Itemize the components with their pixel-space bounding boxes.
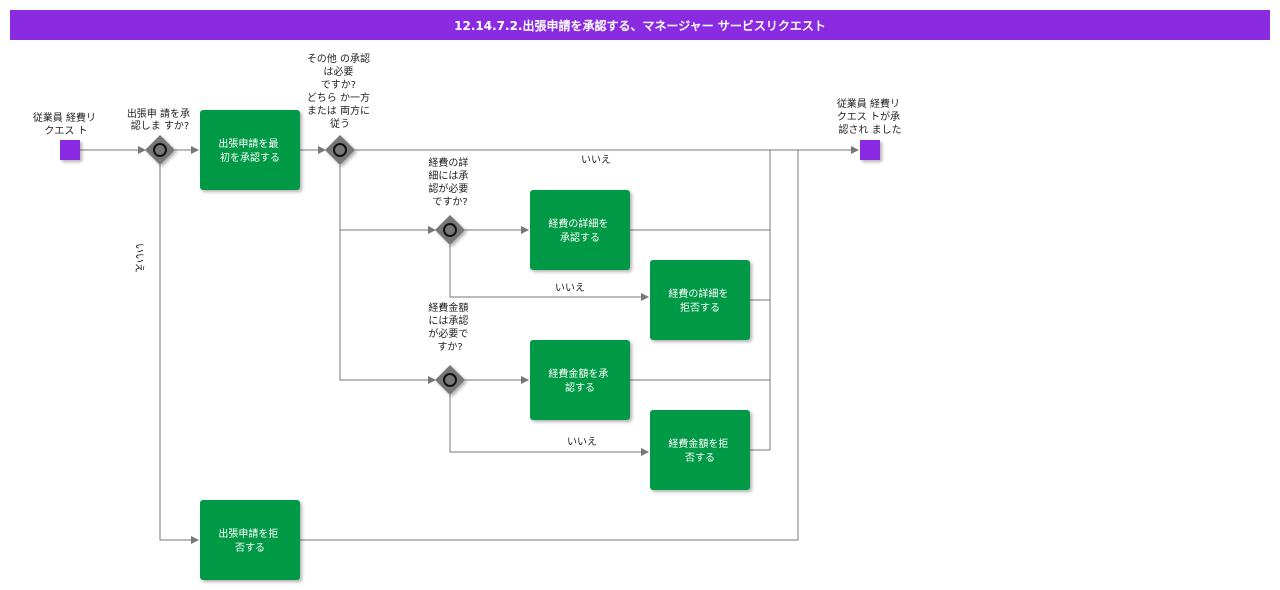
task-reject-amount[interactable]: 経費金額を拒 否する	[650, 410, 750, 490]
end-event-label: 従業員 経費リ クエス トが承 認され ました	[837, 97, 903, 136]
edge-gw1-to-reject-trip	[159, 165, 199, 544]
start-event[interactable]	[60, 140, 80, 160]
process-diagram: いいえ いいえ いいえ いいえ 従業員 経費リ クエス ト 従業員 経費リ クエ…	[33, 52, 903, 580]
task-reject-trip[interactable]: 出張申請を拒 否する	[200, 500, 300, 580]
task-first-approve[interactable]: 出張申請を最 初を承認する	[200, 110, 300, 190]
task-reject-detail[interactable]: 経費の詳細を 拒否する	[650, 260, 750, 340]
gateway-expense-detail-label: 経費の詳 細には承 認が必要 ですか?	[428, 156, 471, 208]
end-event[interactable]	[860, 140, 880, 160]
edge-gw2-to-gw-detail	[339, 165, 436, 234]
gateway-expense-amount[interactable]	[435, 365, 465, 395]
task-approve-amount[interactable]: 経費金額を承 認する	[530, 340, 630, 420]
edge-label-no-detail: いいえ	[555, 282, 585, 294]
edge-label-no-amount: いいえ	[567, 436, 597, 448]
edge-label-no-top: いいえ	[581, 154, 611, 166]
task-approve-detail[interactable]: 経費の詳細を 承認する	[530, 190, 630, 270]
edge-gw2-to-gw-amount	[339, 230, 436, 384]
gateway-approve-trip[interactable]	[145, 135, 175, 165]
gateway-other-approval-label: その他 の承認 は必要 ですか? どちら か一方 または 両方に 従う	[307, 52, 373, 130]
gateway-approve-trip-label: 出張申 請を承 認しま すか?	[127, 107, 193, 132]
start-event-label: 従業員 経費リ クエス ト	[33, 111, 99, 137]
edge-label-no-reject-trip: いいえ	[133, 243, 145, 273]
gateway-expense-amount-label: 経費金額 には承認 が必要で すか?	[428, 301, 471, 353]
gateway-other-approval[interactable]	[325, 135, 355, 165]
gateway-expense-detail[interactable]	[435, 215, 465, 245]
